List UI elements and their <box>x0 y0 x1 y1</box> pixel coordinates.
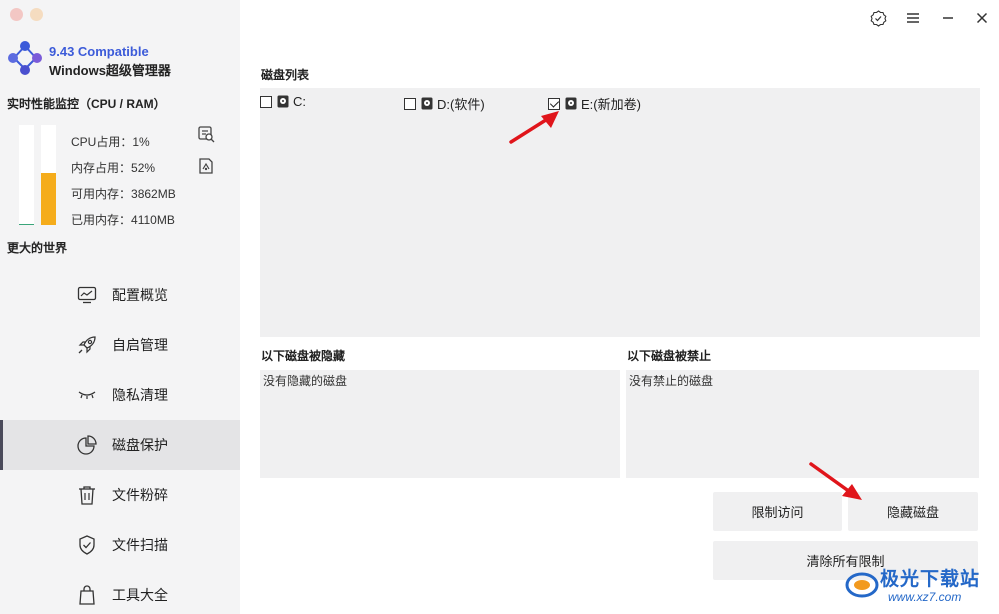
shield-check-icon <box>76 534 98 556</box>
sidebar-item-label: 工具大全 <box>112 587 168 603</box>
restrict-access-button[interactable]: 限制访问 <box>713 492 842 531</box>
cpu-usage-bar <box>19 125 34 225</box>
stat-label: 内存占用： <box>71 161 132 175</box>
app-version: 9.43 Compatible <box>49 44 149 59</box>
stat-used-memory: 已用内存：4110MB <box>71 211 175 228</box>
closed-eye-icon <box>76 384 98 406</box>
watermark-text: 极光下载站 <box>880 569 981 590</box>
monitor-title: 实时性能监控（CPU / RAM） <box>7 97 166 111</box>
disk-option-e[interactable]: E:(新加卷) <box>548 94 641 113</box>
sidebar-item-disk-protect[interactable]: 磁盘保护 <box>0 420 240 470</box>
stat-label: CPU占用： <box>71 135 133 149</box>
app-logo-icon <box>8 41 42 75</box>
drive-icon <box>565 97 577 110</box>
cpu-detail-icon[interactable] <box>197 125 215 143</box>
disk-option-d[interactable]: D:(软件) <box>404 94 485 113</box>
sidebar-nav: 配置概览 自启管理 隐私清理 磁盘保护 文件粉碎 文件扫描 工具大全 <box>0 270 240 614</box>
stat-label: 已用内存： <box>71 213 132 227</box>
disabled-disks-title: 以下磁盘被禁止 <box>627 349 712 363</box>
disk-label: E:(新加卷) <box>581 97 641 112</box>
trash-icon <box>76 484 98 506</box>
sidebar-item-file-scan[interactable]: 文件扫描 <box>0 520 240 570</box>
disk-checkbox[interactable] <box>260 95 272 108</box>
hidden-disks-title: 以下磁盘被隐藏 <box>261 349 346 363</box>
sidebar-item-tools[interactable]: 工具大全 <box>0 570 240 614</box>
disk-option-c[interactable]: C: <box>260 94 306 109</box>
stat-label: 可用内存： <box>71 187 132 201</box>
empty-message: 没有隐藏的磁盘 <box>263 374 348 388</box>
monitor-chart-icon <box>76 284 98 306</box>
drive-icon <box>277 95 289 108</box>
ram-usage-bar <box>41 125 56 225</box>
drive-icon <box>421 97 433 110</box>
bag-icon <box>76 584 98 606</box>
minimize-icon[interactable] <box>939 9 957 27</box>
sidebar-item-config-overview[interactable]: 配置概览 <box>0 270 240 320</box>
menu-icon[interactable] <box>904 9 922 27</box>
minimize-window-dot[interactable] <box>30 8 43 21</box>
disk-label: D:(软件) <box>437 97 485 112</box>
stat-cpu: CPU占用：1% <box>71 133 150 150</box>
sidebar-item-label: 文件粉碎 <box>112 487 168 503</box>
app-name: Windows超级管理器 <box>49 63 171 78</box>
watermark-url: www.xz7.com <box>888 590 962 604</box>
hidden-disks-list: 没有隐藏的磁盘 <box>260 370 620 478</box>
disk-checkbox[interactable] <box>404 97 416 110</box>
stat-value: 52% <box>131 161 156 175</box>
pie-chart-icon <box>76 434 98 456</box>
disabled-disks-list: 没有禁止的磁盘 <box>626 370 979 478</box>
sidebar-item-label: 自启管理 <box>112 337 168 353</box>
stat-ram: 内存占用：52% <box>71 159 155 176</box>
hide-disk-button[interactable]: 隐藏磁盘 <box>848 492 978 531</box>
stat-value: 4110MB <box>131 213 175 227</box>
stat-value: 3862MB <box>131 187 176 201</box>
sidebar-item-file-shred[interactable]: 文件粉碎 <box>0 470 240 520</box>
empty-message: 没有禁止的磁盘 <box>629 374 714 388</box>
sidebar-item-label: 隐私清理 <box>112 387 168 403</box>
disk-checkbox[interactable] <box>548 97 560 110</box>
watermark: 极光下载站 www.xz7.com <box>844 562 994 608</box>
watermark-logo-icon <box>845 572 879 598</box>
sidebar-item-startup[interactable]: 自启管理 <box>0 320 240 370</box>
sidebar-item-label: 文件扫描 <box>112 537 168 553</box>
sidebar-item-label: 配置概览 <box>112 287 168 303</box>
sidebar-item-privacy-clean[interactable]: 隐私清理 <box>0 370 240 420</box>
memory-clean-icon[interactable] <box>197 157 215 175</box>
stat-value: 1% <box>132 135 150 149</box>
verified-badge-icon[interactable] <box>869 9 887 27</box>
tagline: 更大的世界 <box>7 241 68 255</box>
cpu-usage-fill <box>19 224 34 225</box>
close-icon[interactable] <box>973 9 991 27</box>
disk-label: C: <box>293 94 306 109</box>
disk-list-title: 磁盘列表 <box>261 68 310 82</box>
rocket-icon <box>76 334 98 356</box>
sidebar-item-label: 磁盘保护 <box>112 437 168 453</box>
disk-list-panel <box>260 88 980 337</box>
sidebar: 9.43 Compatible Windows超级管理器 实时性能监控（CPU … <box>0 0 240 614</box>
close-window-dot[interactable] <box>10 8 23 21</box>
ram-usage-fill <box>41 173 56 225</box>
stat-free-memory: 可用内存：3862MB <box>71 185 176 202</box>
